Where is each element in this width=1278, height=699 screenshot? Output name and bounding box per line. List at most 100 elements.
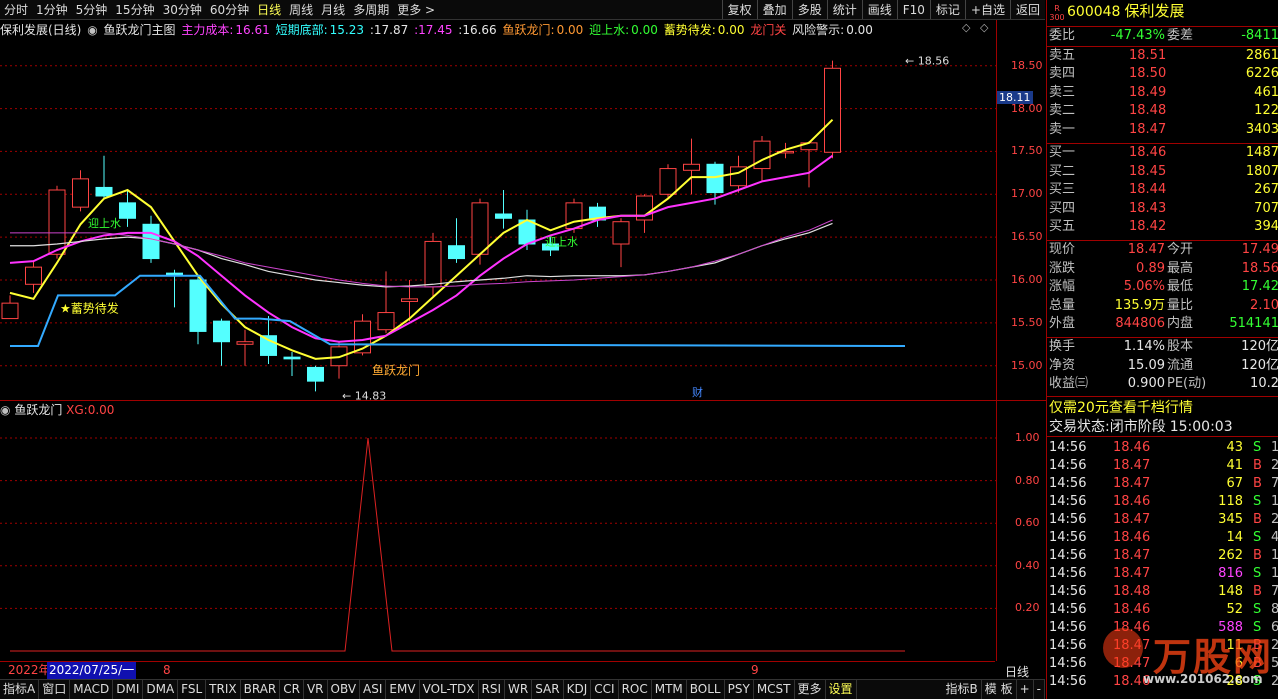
formula-name[interactable]: 鱼跃龙门主图 [104, 23, 176, 37]
indicator-tab[interactable]: DMA [143, 680, 179, 699]
low-label: ← 14.83 [342, 389, 386, 400]
bid-row[interactable]: 买四 18.43 707 [1049, 200, 1278, 218]
toolbar-button[interactable]: 返回 [1009, 0, 1045, 19]
indicator-tab[interactable]: MCST [754, 680, 795, 699]
indicator-tab[interactable]: ROC [619, 680, 652, 699]
indicator-tab[interactable]: PSY [725, 680, 754, 699]
indicator-tab[interactable]: 指标A [0, 680, 40, 699]
label: 总量 [1049, 297, 1076, 313]
period-tab[interactable]: 周线 [285, 0, 317, 19]
toolbar-button[interactable]: +自选 [964, 0, 1010, 19]
indicator-tab[interactable]: MTM [652, 680, 687, 699]
tick-price: 18.47 [1113, 458, 1151, 473]
tick-volume: 52 [1226, 602, 1243, 617]
period-tab[interactable]: 30分钟 [159, 0, 206, 19]
bid-row[interactable]: 买二 18.45 1807 [1049, 163, 1278, 181]
period-tab[interactable]: 日线 [253, 0, 285, 19]
indicator-tab[interactable]: CR [280, 680, 304, 699]
indicator-tab[interactable]: 设置 [826, 680, 857, 699]
tick-price: 18.46 [1113, 620, 1151, 635]
indicator-tab[interactable]: SAR [532, 680, 564, 699]
indicator-tab[interactable]: MACD [70, 680, 114, 699]
label: 外盘 [1049, 316, 1076, 332]
tick-volume: 67 [1226, 476, 1243, 491]
label: 现价 [1049, 242, 1076, 257]
indicator-tab[interactable]: TRIX [206, 680, 241, 699]
toolbar-button[interactable]: 复权 [721, 0, 757, 19]
bottom-right-button[interactable]: - [1034, 680, 1045, 699]
tick-time: 14:56 [1049, 440, 1087, 455]
ask-row[interactable]: 卖四 18.50 6226 [1049, 65, 1278, 83]
indicator-tab[interactable]: EMV [386, 680, 420, 699]
bottom-right-button[interactable]: + [1017, 680, 1034, 699]
indicator-tab[interactable]: 窗口 [39, 680, 71, 699]
period-tab[interactable]: 5分钟 [72, 0, 112, 19]
indicator-tab[interactable]: FSL [178, 680, 207, 699]
indicator-tab[interactable]: RSI [479, 680, 506, 699]
bid-row[interactable]: 买三 18.44 267 [1049, 181, 1278, 199]
bottom-right-button[interactable]: 模 板 [982, 680, 1017, 699]
toolbar-button[interactable]: 多股 [791, 0, 827, 19]
tick-count: 7 [1271, 475, 1278, 493]
period-tab[interactable]: 多周期 [349, 0, 393, 19]
toolbar-button[interactable]: 标记 [929, 0, 965, 19]
collapse-diamond-icon[interactable]: ◇ [962, 21, 970, 34]
tick-volume: 588 [1218, 620, 1243, 635]
candlestick-chart[interactable]: ← 18.56← 14.83迎上水迎上水★蓄势待发鱼跃龙门财 [0, 40, 996, 400]
ask-volume: 122 [1254, 103, 1278, 119]
ask-label: 卖三 [1049, 84, 1076, 100]
indicator-tab[interactable]: BOLL [687, 680, 725, 699]
candle-up [25, 266, 42, 285]
tick-side: B [1253, 476, 1262, 491]
tick-count: 14 [1271, 547, 1278, 565]
ask-row[interactable]: 卖二 18.48 122 [1049, 102, 1278, 120]
tick-side: S [1253, 620, 1262, 635]
label-2: 委差 [1167, 28, 1194, 43]
bid-label: 买五 [1049, 219, 1076, 235]
bid-row[interactable]: 买一 18.46 1487 [1049, 144, 1278, 162]
bid-label: 买三 [1049, 182, 1076, 198]
indicator-tab[interactable]: 更多 [795, 680, 826, 699]
tick-row: 14:56 18.47 41 B2 [1049, 457, 1278, 475]
toolbar-button[interactable]: F10 [896, 0, 930, 19]
xg-signal-chart[interactable] [0, 418, 996, 661]
indicator-tab[interactable]: CCI [591, 680, 619, 699]
zlcb-label: 主力成本: [181, 23, 234, 37]
ask-row[interactable]: 卖三 18.49 461 [1049, 84, 1278, 102]
toolbar-button[interactable]: 统计 [826, 0, 862, 19]
bid-row[interactable]: 买五 18.42 394 [1049, 218, 1278, 236]
period-tab[interactable]: 更多 > [393, 0, 439, 19]
candle-down [119, 202, 136, 219]
toolbar-button[interactable]: 叠加 [756, 0, 792, 19]
expand-diamond-icon[interactable]: ◇ [980, 21, 988, 34]
indicator-tab[interactable]: VOL-TDX [420, 680, 479, 699]
indicator-tab[interactable]: ASI [360, 680, 387, 699]
period-tab[interactable]: 1分钟 [32, 0, 72, 19]
period-tab[interactable]: 15分钟 [111, 0, 158, 19]
tick-side: B [1253, 584, 1262, 599]
period-label[interactable]: 日线 [1005, 663, 1029, 680]
promo-link[interactable]: 仅需20元查看千档行情 [1049, 399, 1278, 417]
tick-price: 18.47 [1113, 512, 1151, 527]
quote-row: 现价 18.47 今开 17.49 [1049, 241, 1278, 259]
sub-title[interactable]: 鱼跃龙门 [14, 403, 62, 417]
indicator-tab[interactable]: KDJ [564, 680, 592, 699]
indicator-tab[interactable]: WR [505, 680, 533, 699]
tick-side: B [1253, 638, 1262, 653]
tick-price: 18.46 [1113, 674, 1151, 689]
indicator-tab[interactable]: DMI [113, 680, 144, 699]
bottom-right-button[interactable]: 指标B [943, 680, 982, 699]
indicator-tab[interactable]: OBV [328, 680, 361, 699]
candle-down [307, 366, 324, 382]
tick-time: 14:56 [1049, 566, 1087, 581]
period-tab[interactable]: 60分钟 [206, 0, 253, 19]
ask-row[interactable]: 卖五 18.51 2861 [1049, 47, 1278, 65]
indicator-tab[interactable]: BRAR [241, 680, 281, 699]
period-tab[interactable]: 月线 [317, 0, 349, 19]
zlcb-value: 16.61 [235, 23, 270, 37]
indicator-tab[interactable]: VR [304, 680, 328, 699]
ask-row[interactable]: 卖一 18.47 3403 [1049, 121, 1278, 139]
toolbar-button[interactable]: 画线 [861, 0, 897, 19]
period-tab[interactable]: 分时 [0, 0, 32, 19]
quote-row: 总量 135.9万 量比 2.10 [1049, 297, 1278, 315]
